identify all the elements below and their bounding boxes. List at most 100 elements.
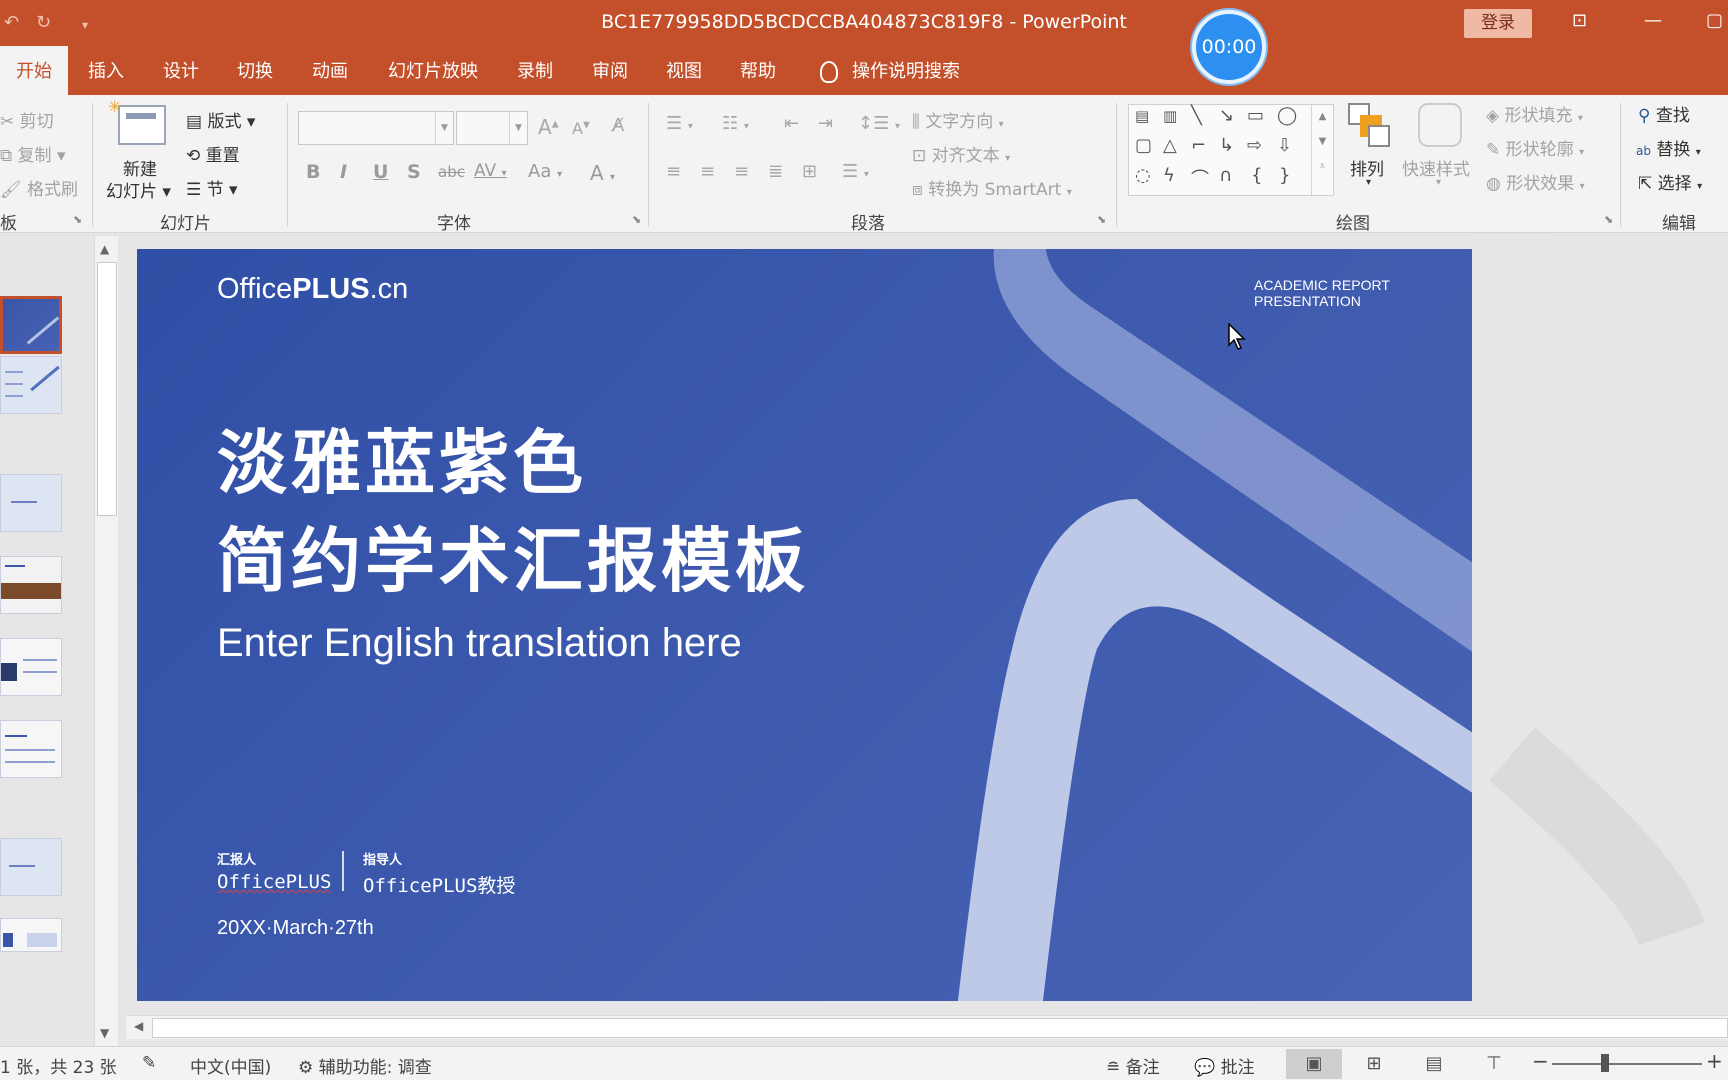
layout-button[interactable]: ▤ 版式 ▾	[186, 107, 255, 132]
slide-title[interactable]: 淡雅蓝紫色 简约学术汇报模板	[217, 414, 809, 610]
horizontal-scrollbar[interactable]: ◀	[126, 1015, 1728, 1039]
increase-indent-icon[interactable]: ⇥	[818, 113, 833, 134]
slide-thumbnail-7[interactable]	[0, 838, 62, 896]
thumbnails-scrollbar[interactable]: ▲ ▼	[94, 236, 118, 1046]
smartart-button[interactable]: ⧈ 转换为 SmartArt ▾	[912, 175, 1072, 200]
shape-outline-button[interactable]: ✎ 形状轮廓 ▾	[1486, 135, 1584, 160]
justify-icon[interactable]: ≣	[768, 161, 783, 182]
reset-button[interactable]: ⟲ 重置	[186, 141, 240, 166]
restore-icon[interactable]: ▢	[1706, 10, 1723, 31]
slide-thumbnail-1[interactable]	[0, 296, 62, 354]
slide-thumbnail-5[interactable]	[0, 638, 62, 696]
advisor-name[interactable]: OfficePLUS教授	[363, 871, 515, 898]
slide-subtitle[interactable]: Enter English translation here	[217, 621, 742, 666]
scroll-down-icon[interactable]: ▼	[100, 1026, 109, 1040]
textbox-shape-icon[interactable]: ▤	[1135, 107, 1149, 125]
scroll-left-icon[interactable]: ◀	[134, 1019, 143, 1033]
copy-button[interactable]: ⧉ 复制 ▾	[0, 141, 65, 166]
tab-insert[interactable]: 插入	[88, 46, 124, 95]
rectangle-shape-icon[interactable]: ▭	[1247, 105, 1264, 126]
tab-animations[interactable]: 动画	[312, 46, 348, 95]
dialog-launcher-icon[interactable]: ⬊	[1097, 213, 1106, 226]
bold-button[interactable]: B	[306, 161, 320, 183]
slide-date[interactable]: 20XX·March·27th	[217, 917, 374, 940]
minimize-icon[interactable]: —	[1644, 10, 1662, 31]
underline-button[interactable]: U	[373, 161, 388, 183]
section-button[interactable]: ☰ 节 ▾	[186, 175, 238, 200]
login-button[interactable]: 登录	[1464, 9, 1532, 38]
ribbon-display-options-icon[interactable]: ⊡	[1572, 10, 1587, 31]
scroll-thumb[interactable]	[97, 262, 117, 516]
tell-me-search[interactable]: 操作说明搜索	[820, 46, 960, 95]
zoom-slider-knob[interactable]	[1601, 1054, 1609, 1072]
font-size-combo[interactable]: ▼	[456, 111, 528, 145]
right-brace-shape-icon[interactable]: }	[1279, 165, 1290, 186]
zoom-slider[interactable]	[1552, 1063, 1702, 1065]
zoom-out-icon[interactable]: −	[1532, 1049, 1549, 1073]
text-direction-button[interactable]: ⫼ 文字方向 ▾	[912, 107, 1004, 132]
language-indicator[interactable]: 中文(中国)	[190, 1053, 271, 1078]
reading-view-icon[interactable]: ▤	[1406, 1049, 1462, 1079]
slideshow-view-icon[interactable]: ⊤	[1466, 1049, 1522, 1079]
horizontal-scroll-thumb[interactable]	[152, 1018, 1728, 1038]
left-brace-shape-icon[interactable]: {	[1251, 165, 1262, 186]
elbow-connector-icon[interactable]: ⌐	[1191, 135, 1206, 156]
normal-view-icon[interactable]: ▣	[1286, 1049, 1342, 1079]
dialog-launcher-icon[interactable]: ⬊	[632, 213, 641, 226]
numbering-icon[interactable]: ☷ ▾	[722, 113, 749, 134]
align-left-icon[interactable]: ≡	[666, 161, 681, 182]
tab-design[interactable]: 设计	[163, 46, 199, 95]
align-text-button[interactable]: ⊡ 对齐文本 ▾	[912, 141, 1010, 166]
find-button[interactable]: ⚲ 查找	[1638, 101, 1690, 126]
select-button[interactable]: ⇱ 选择 ▾	[1638, 169, 1702, 194]
accessibility-button[interactable]: ⚙ 辅助功能: 调查	[298, 1053, 432, 1078]
distributed-icon[interactable]: ⊞	[802, 161, 817, 182]
freeform-shape-icon[interactable]: ◌	[1135, 165, 1151, 186]
cut-button[interactable]: ✂ 剪切	[0, 107, 54, 132]
replace-button[interactable]: ab 替换 ▾	[1636, 135, 1701, 160]
align-center-icon[interactable]: ≡	[700, 161, 715, 182]
curve-shape-icon[interactable]: ∩	[1219, 165, 1232, 186]
tab-view[interactable]: 视图	[666, 46, 702, 95]
tab-transitions[interactable]: 切换	[237, 46, 273, 95]
gallery-scroll[interactable]: ▲ ▼ ⩡	[1311, 105, 1333, 195]
change-case-button[interactable]: Aa ▾	[528, 161, 562, 182]
text-shadow-button[interactable]: S	[407, 161, 421, 183]
comments-button[interactable]: 💬 批注	[1194, 1053, 1255, 1078]
scroll-up-icon[interactable]: ▲	[100, 242, 109, 256]
tab-review[interactable]: 审阅	[592, 46, 628, 95]
decrease-indent-icon[interactable]: ⇤	[784, 113, 799, 134]
reporter-name[interactable]: OfficePLUS	[217, 871, 331, 893]
character-spacing-button[interactable]: AV ▾	[474, 161, 507, 181]
grow-font-icon[interactable]: A▲	[538, 115, 559, 139]
shrink-font-icon[interactable]: A▼	[572, 119, 590, 138]
line-spacing-icon[interactable]: ↕☰ ▾	[858, 113, 900, 134]
dialog-launcher-icon[interactable]: ⬊	[1604, 213, 1613, 226]
spelling-check-icon[interactable]: ✎	[142, 1053, 156, 1073]
shape-fill-button[interactable]: ◈ 形状填充 ▾	[1486, 101, 1583, 126]
tab-help[interactable]: 帮助	[740, 46, 776, 95]
font-name-combo[interactable]: ▼	[298, 111, 454, 145]
right-arrow-shape-icon[interactable]: ⇨	[1247, 135, 1262, 156]
elbow-arrow-icon[interactable]: ↳	[1219, 135, 1234, 156]
tab-home[interactable]: 开始	[0, 46, 68, 95]
slide-thumbnail-8[interactable]	[0, 918, 62, 952]
zoom-in-icon[interactable]: +	[1706, 1049, 1723, 1073]
tab-record[interactable]: 录制	[517, 46, 553, 95]
bullets-icon[interactable]: ☰ ▾	[666, 113, 693, 134]
slide-thumbnail-2[interactable]	[0, 356, 62, 414]
line-shape-icon[interactable]: ╲	[1191, 105, 1202, 126]
scribble-shape-icon[interactable]: ϟ	[1163, 165, 1175, 186]
shape-effects-button[interactable]: ◍ 形状效果 ▾	[1486, 169, 1585, 194]
italic-button[interactable]: I	[340, 161, 347, 183]
font-color-button[interactable]: A ▾	[590, 161, 615, 185]
align-right-icon[interactable]: ≡	[734, 161, 749, 182]
slide-thumbnail-6[interactable]	[0, 720, 62, 778]
tab-slideshow[interactable]: 幻灯片放映	[388, 46, 478, 95]
slide-thumbnail-4[interactable]	[0, 556, 62, 614]
slide-canvas[interactable]: OfficePLUS.cn ACADEMIC REPORT PRESENTATIO…	[137, 249, 1472, 1001]
arc-shape-icon[interactable]: ⌒	[1191, 165, 1209, 191]
arrow-line-shape-icon[interactable]: ↘	[1219, 105, 1234, 126]
recording-timer[interactable]: 00:00	[1192, 10, 1266, 84]
strikethrough-button[interactable]: abc	[438, 163, 465, 181]
